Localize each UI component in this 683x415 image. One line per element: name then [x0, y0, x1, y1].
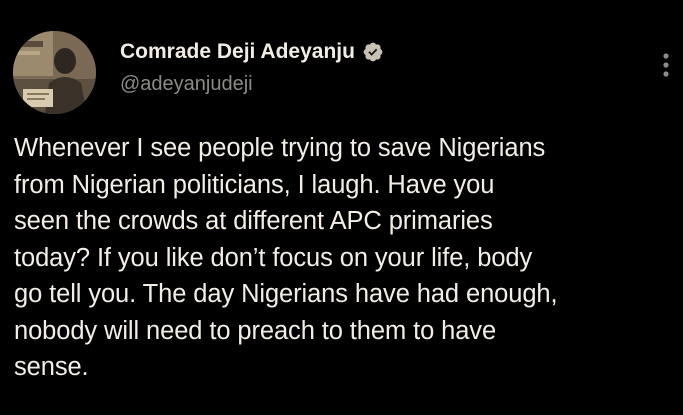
verified-badge-icon	[362, 41, 384, 63]
more-vertical-icon[interactable]	[656, 48, 676, 82]
avatar[interactable]	[13, 31, 96, 114]
author-display-name[interactable]: Comrade Deji Adeyanju	[120, 40, 355, 64]
author-name-row: Comrade Deji Adeyanju	[120, 40, 384, 64]
tweet-card: Comrade Deji Adeyanju @adeyanjudeji When…	[0, 0, 683, 415]
author-handle[interactable]: @adeyanjudeji	[120, 73, 253, 96]
avatar-photo	[13, 31, 96, 114]
tweet-text: Whenever I see people trying to save Nig…	[14, 134, 558, 381]
